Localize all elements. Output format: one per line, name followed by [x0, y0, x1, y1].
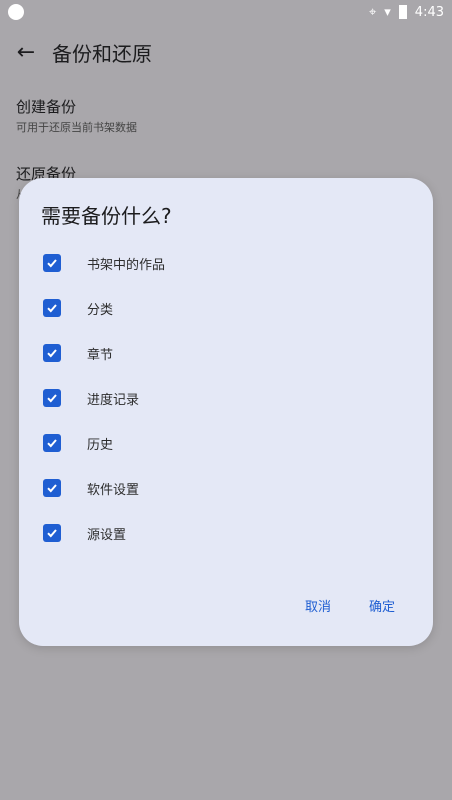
option-label: 软件设置 — [87, 482, 140, 498]
option-label: 书架中的作品 — [87, 257, 166, 273]
dialog-title: 需要备份什么? — [41, 204, 172, 228]
checkbox-checked-icon[interactable] — [43, 389, 61, 407]
cancel-button[interactable]: 取消 — [299, 590, 337, 621]
option-label: 历史 — [87, 437, 114, 453]
option-progress[interactable]: 进度记录 — [43, 383, 139, 413]
checkbox-checked-icon[interactable] — [43, 299, 61, 317]
option-label: 进度记录 — [87, 392, 140, 408]
option-label: 源设置 — [87, 527, 127, 543]
option-label: 章节 — [87, 347, 114, 363]
checkbox-checked-icon[interactable] — [43, 344, 61, 362]
option-chapter[interactable]: 章节 — [43, 338, 113, 368]
backup-options-dialog: 需要备份什么? 书架中的作品 分类 章节 进度记录 历史 软件设置 源设置 取消… — [19, 178, 433, 646]
checkbox-checked-icon[interactable] — [43, 254, 61, 272]
checkbox-checked-icon[interactable] — [43, 434, 61, 452]
checkbox-checked-icon[interactable] — [43, 524, 61, 542]
option-label: 分类 — [87, 302, 114, 318]
option-history[interactable]: 历史 — [43, 428, 113, 458]
checkbox-checked-icon[interactable] — [43, 479, 61, 497]
option-shelf-works[interactable]: 书架中的作品 — [43, 248, 165, 278]
option-source-settings[interactable]: 源设置 — [43, 518, 126, 548]
option-category[interactable]: 分类 — [43, 293, 113, 323]
option-app-settings[interactable]: 软件设置 — [43, 473, 139, 503]
ok-button[interactable]: 确定 — [363, 590, 401, 621]
